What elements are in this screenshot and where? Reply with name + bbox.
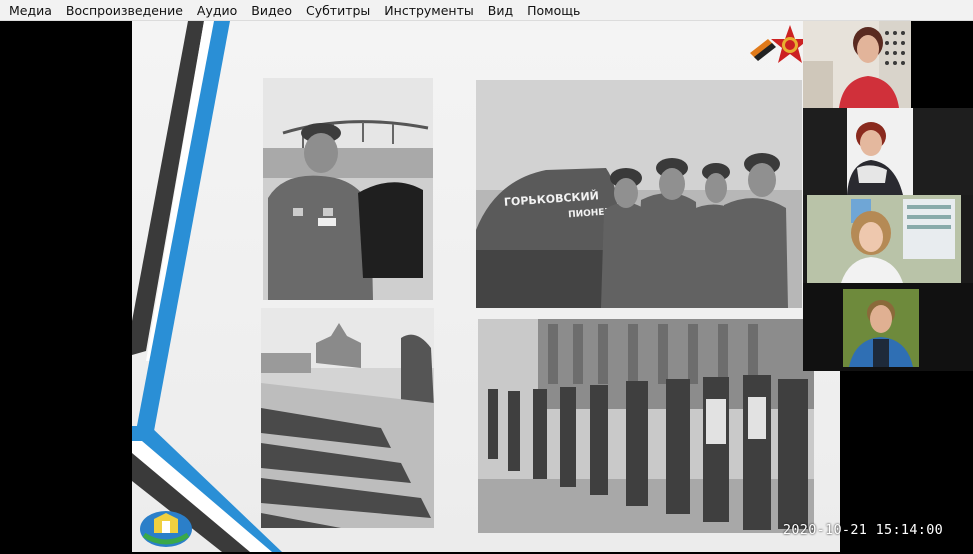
menu-subtitles[interactable]: Субтитры: [299, 0, 377, 21]
menu-bar: Медиа Воспроизведение Аудио Видео Субтит…: [0, 0, 973, 21]
participant-2-video[interactable]: [803, 108, 973, 195]
school-logo-icon: [140, 511, 192, 547]
media-player-window: Медиа Воспроизведение Аудио Видео Субтит…: [0, 0, 973, 554]
photo-tank-crew: ГОРЬКОВСКИЙ ПИОНЕР: [476, 80, 802, 308]
menu-video[interactable]: Видео: [244, 0, 299, 21]
menu-audio[interactable]: Аудио: [190, 0, 244, 21]
photo-marching-column: [478, 319, 814, 533]
participant-1-video[interactable]: [803, 21, 911, 108]
menu-media[interactable]: Медиа: [2, 0, 59, 21]
participant-4-video[interactable]: [803, 283, 973, 371]
photo-soldier-portrait: [263, 78, 433, 300]
menu-help[interactable]: Помощь: [520, 0, 587, 21]
participant-3-video[interactable]: [803, 195, 973, 283]
timestamp-overlay: 2020-10-21 15:14:00: [782, 522, 944, 538]
menu-view[interactable]: Вид: [481, 0, 520, 21]
photo-parade-square: [261, 308, 434, 528]
menu-playback[interactable]: Воспроизведение: [59, 0, 190, 21]
victory-emblem-icon: [750, 25, 809, 63]
presentation-slide: ГОРЬКОВСКИЙ ПИОНЕР: [132, 21, 840, 552]
menu-tools[interactable]: Инструменты: [377, 0, 480, 21]
participants-panel: [803, 21, 973, 371]
